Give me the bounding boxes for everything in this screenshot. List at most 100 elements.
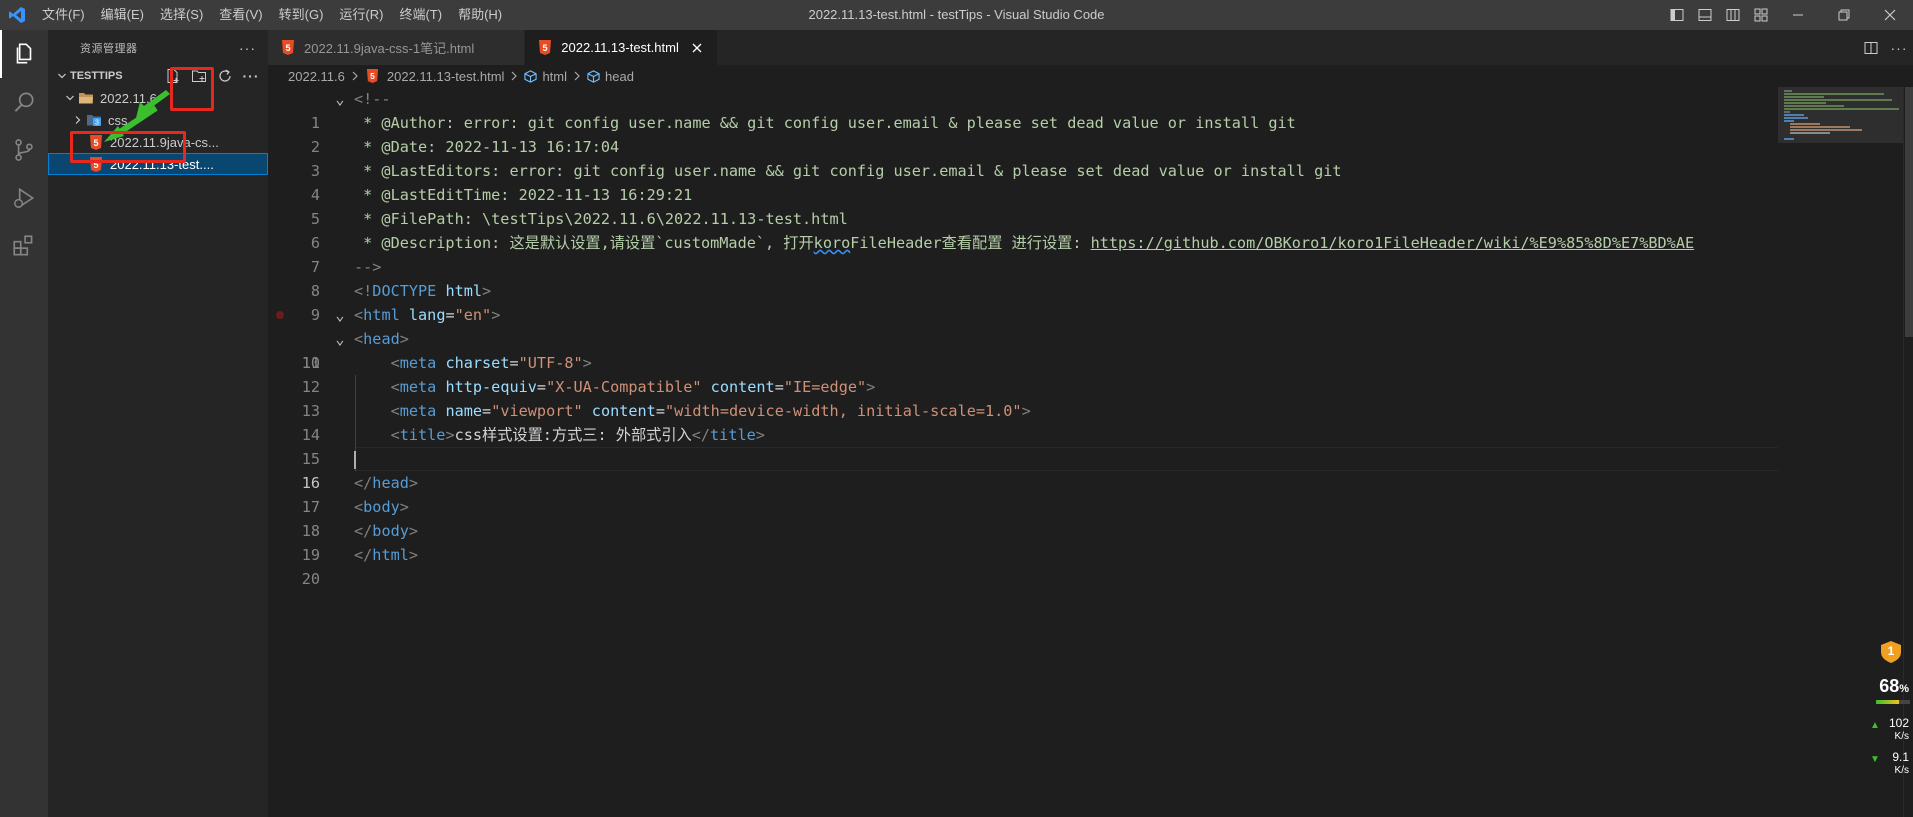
code-token: html [436,282,483,300]
chevron-right-icon [70,115,86,125]
more-actions-icon[interactable]: ··· [239,40,256,56]
code-token: http-equiv [445,378,537,396]
text-cursor [354,450,356,469]
fold-chevron-icon[interactable]: ⌄ [332,327,348,351]
usage-percent-unit: % [1899,683,1909,695]
toggle-primary-sidebar-icon[interactable] [1663,0,1691,30]
upload-unit: K/s [1894,731,1909,742]
download-arrow-icon: ▼ [1870,754,1880,765]
close-tab-icon[interactable] [687,43,707,53]
code-token: "en" [454,306,492,324]
title-bar: 文件(F) 编辑(E) 选择(S) 查看(V) 转到(G) 运行(R) 终端(T… [0,0,1913,30]
code-line: 6 * @FilePath: \testTips\2022.11.6\2022.… [268,207,1778,252]
code-token: content [710,378,775,396]
toggle-secondary-sidebar-icon[interactable] [1719,0,1747,30]
annotation-box-new-folder [170,67,214,111]
code-line: 9 <!DOCTYPE html> [268,279,1778,324]
code-line: 13 <meta http-equiv="X-UA-Compatible" co… [268,375,1778,420]
code-line: 5 * @LastEditTime: 2022-11-13 16:29:21 [268,183,1778,228]
breadcrumb-element-html[interactable]: html [524,69,567,84]
code-token: DOCTYPE [372,282,437,300]
code-token: body [363,498,400,516]
menu-help[interactable]: 帮助(H) [450,0,510,30]
workspace-name: TESTTIPS [70,70,123,82]
menu-file[interactable]: 文件(F) [34,0,93,30]
code-token: * @Author: error: git config user.name &… [354,114,1296,132]
fold-chevron-icon[interactable]: ⌄ [332,303,348,327]
menu-go[interactable]: 转到(G) [271,0,332,30]
refresh-icon[interactable] [214,65,236,87]
editor-more-actions-icon[interactable]: ··· [1885,30,1913,65]
tab-label: 2022.11.9java-css-1笔记.html [304,41,475,56]
badge-count: 1 [1887,644,1895,658]
code-line: 14 <meta name="viewport" content="width=… [268,399,1778,444]
code-token: * @Date: 2022-11-13 16:17:04 [354,138,620,156]
html5-file-icon: 5 [280,40,296,56]
code-token: head [372,474,409,492]
code-token: > [482,282,492,300]
notification-badge: 1 [1880,640,1902,664]
code-line: 1 ⌄ <!-- [268,87,1778,132]
breadcrumb-element-label: html [542,68,567,84]
download-unit: K/s [1894,765,1909,776]
code-line: 12 <meta charset="UTF-8"> [268,351,1778,396]
menu-edit[interactable]: 编辑(E) [93,0,152,30]
code-line-current: 16 [268,447,1778,492]
folder-open-icon [78,90,94,106]
code-token: <! [354,282,373,300]
breakpoint-icon[interactable] [276,311,284,319]
source-control-icon[interactable] [0,126,48,174]
html5-file-icon: 5 [365,68,381,84]
chevron-right-icon [510,69,518,84]
code-token: name [445,402,483,420]
usage-percent-value: 68 [1879,676,1900,696]
collapse-more-icon[interactable]: ··· [240,65,262,87]
breadcrumb: 2022.11.6 5 2022.11.13-test.html html he… [268,65,1778,87]
breadcrumb-file[interactable]: 5 2022.11.13-test.html [365,68,504,84]
line-number: 20 [301,570,320,588]
customize-layout-icon[interactable] [1747,0,1775,30]
code-token: <!-- [354,90,391,108]
tab-java-css-notes[interactable]: 5 2022.11.9java-css-1笔记.html [268,30,526,65]
breadcrumb-folder[interactable]: 2022.11.6 [288,69,345,84]
system-monitor-widget: 1 68% ▲ 102 K/s ▼ 9.1 K/s [1870,640,1913,810]
code-line: 2 * @Author: error: git config user.name… [268,111,1778,156]
usage-bar [1876,700,1910,704]
code-line: 4 * @LastEditors: error: git config user… [268,159,1778,204]
code-line: 3 * @Date: 2022-11-13 16:17:04 [268,135,1778,180]
menu-view[interactable]: 查看(V) [211,0,270,30]
code-line: 19 </body> [268,519,1778,564]
restore-icon[interactable] [1821,0,1867,30]
code-line: 15 <title>css样式设置:方式三: 外部式引入</title> [268,423,1778,468]
symbol-cube-icon [524,69,538,83]
code-token: "width=device-width, initial-scale=1.0" [664,402,1022,420]
code-editor[interactable]: 1 ⌄ <!-- 2 * @Author: error: git config … [268,87,1778,817]
explorer-title: 资源管理器 [80,42,138,55]
close-window-icon[interactable] [1867,0,1913,30]
search-icon[interactable] [0,78,48,126]
code-token: charset [445,354,510,372]
menu-terminal[interactable]: 终端(T) [391,0,450,30]
upload-speed: 102 [1888,716,1909,730]
svg-text:5: 5 [543,43,548,53]
breadcrumb-element-head[interactable]: head [587,69,634,84]
code-token: meta [399,402,437,420]
explorer-icon[interactable] [0,30,48,78]
code-line: 7 * @Description: 这是默认设置,请设置`customMade`… [268,231,1778,276]
tab-test-html[interactable]: 5 2022.11.13-test.html [525,30,718,65]
split-editor-icon[interactable] [1857,30,1885,65]
menu-selection[interactable]: 选择(S) [152,0,211,30]
code-token: content [591,402,656,420]
menu-run[interactable]: 运行(R) [331,0,391,30]
extensions-icon[interactable] [0,222,48,270]
toggle-panel-icon[interactable] [1691,0,1719,30]
code-token: --> [354,258,382,276]
code-token: meta [399,378,437,396]
scrollbar-thumb[interactable] [1905,87,1913,337]
code-token: * @LastEditTime: 2022-11-13 16:29:21 [354,186,693,204]
fold-chevron-icon[interactable]: ⌄ [332,87,348,111]
code-link[interactable]: https://github.com/OBKoro1/koro1FileHead… [1091,234,1694,252]
code-token: meta [399,354,437,372]
run-debug-icon[interactable] [0,174,48,222]
minimize-icon[interactable] [1775,0,1821,30]
